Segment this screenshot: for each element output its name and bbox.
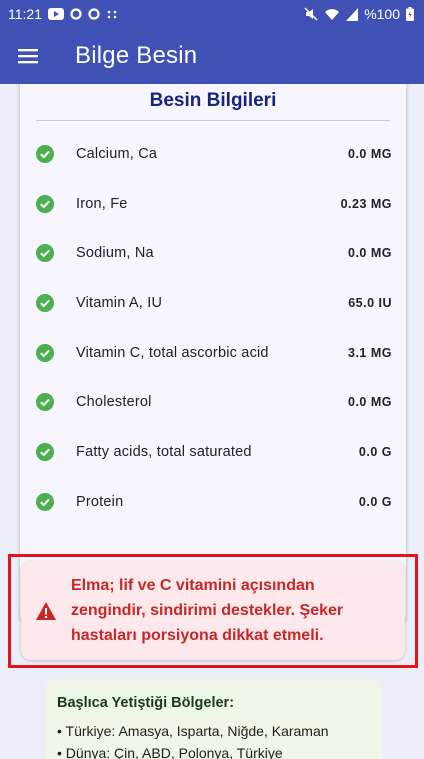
nutrient-row: Vitamin A, IU 65.0 IU (20, 278, 406, 328)
nutrient-value: 0.0 MG (348, 246, 392, 261)
warning-line: Elma; lif ve C vitamini açısından (71, 577, 315, 594)
status-bar-left: 11:21 (8, 6, 118, 22)
scroll-content[interactable]: Besin Bilgileri Calcium, Ca 0.0 MG Iron,… (0, 84, 424, 759)
regions-line: • Dünya: Çin, ABD, Polonya, Türkiye (57, 745, 283, 759)
nutrient-row: Iron, Fe 0.23 MG (20, 179, 406, 229)
check-circle-icon (36, 244, 54, 263)
menu-button[interactable] (0, 28, 56, 84)
warning-line: zengindir, sindirimi destekler. Şeker (71, 602, 344, 619)
nutrient-row: Sodium, Na 0.0 MG (20, 228, 406, 278)
nutrient-list: Calcium, Ca 0.0 MG Iron, Fe 0.23 MG Sodi… (20, 129, 406, 527)
nutrient-value: 0.0 G (358, 494, 392, 509)
nutrient-name: Sodium, Na (76, 245, 154, 262)
nutrient-value: 0.23 MG (340, 196, 392, 211)
nutrient-value: 0.0 MG (348, 395, 392, 410)
warning-box: Elma; lif ve C vitamini açısından zengin… (21, 561, 405, 660)
nutrient-row: Fatty acids, total saturated 0.0 G (20, 427, 406, 477)
nutrient-row: Vitamin C, total ascorbic acid 3.1 MG (20, 328, 406, 378)
regions-card: Başlıca Yetiştiği Bölgeler: • Türkiye: A… (45, 679, 382, 759)
nutrient-name: Vitamin C, total ascorbic acid (76, 344, 269, 361)
signal-icon (346, 7, 359, 21)
youtube-icon (48, 8, 64, 20)
app-bar: Bilge Besin (0, 28, 424, 84)
divider (36, 120, 390, 121)
battery-percent: %100 (364, 6, 400, 22)
regions-title: Başlıca Yetiştiği Bölgeler: (57, 695, 235, 711)
status-bar: 11:21 %100 (0, 0, 424, 28)
check-circle-icon (36, 343, 54, 362)
nutrient-value: 0.0 MG (348, 146, 392, 161)
check-circle-icon (36, 144, 54, 163)
warning-text: Elma; lif ve C vitamini açısından zengin… (71, 573, 343, 648)
nutrient-name: Vitamin A, IU (76, 294, 163, 311)
status-bar-right: %100 (304, 6, 414, 22)
battery-icon (406, 7, 414, 21)
warning-line: hastaları porsiyona dikkat etmeli. (71, 627, 324, 644)
nutrient-name: Iron, Fe (76, 195, 128, 212)
app-title: Bilge Besin (75, 42, 198, 69)
check-circle-icon (36, 492, 54, 511)
hamburger-menu-icon (18, 49, 38, 64)
nutrient-row: Cholesterol 0.0 MG (20, 377, 406, 427)
card-title: Besin Bilgileri (149, 90, 277, 111)
nutrient-value: 65.0 IU (348, 295, 392, 310)
nutrient-name: Fatty acids, total saturated (76, 443, 252, 460)
nutrient-name: Calcium, Ca (76, 145, 158, 162)
circle-icon (70, 8, 82, 20)
nutrient-row: Calcium, Ca 0.0 MG (20, 129, 406, 179)
nutrient-name: Protein (76, 493, 124, 510)
clock: 11:21 (8, 6, 42, 22)
check-circle-icon (36, 194, 54, 213)
nutrient-row: Protein 0.0 G (20, 477, 406, 527)
warning-triangle-icon (36, 601, 56, 620)
nutrition-card: Besin Bilgileri Calcium, Ca 0.0 MG Iron,… (20, 84, 406, 626)
nutrient-value: 3.1 MG (348, 345, 392, 360)
check-circle-icon (36, 293, 54, 312)
nutrient-name: Cholesterol (76, 394, 152, 411)
nutrient-value: 0.0 G (358, 444, 392, 459)
wifi-icon (324, 8, 340, 21)
regions-line: • Türkiye: Amasya, Isparta, Niğde, Karam… (57, 723, 329, 739)
check-circle-icon (36, 393, 54, 412)
mute-icon (304, 7, 318, 21)
check-circle-icon (36, 442, 54, 461)
dots-icon (106, 8, 118, 20)
circle-icon (88, 8, 100, 20)
